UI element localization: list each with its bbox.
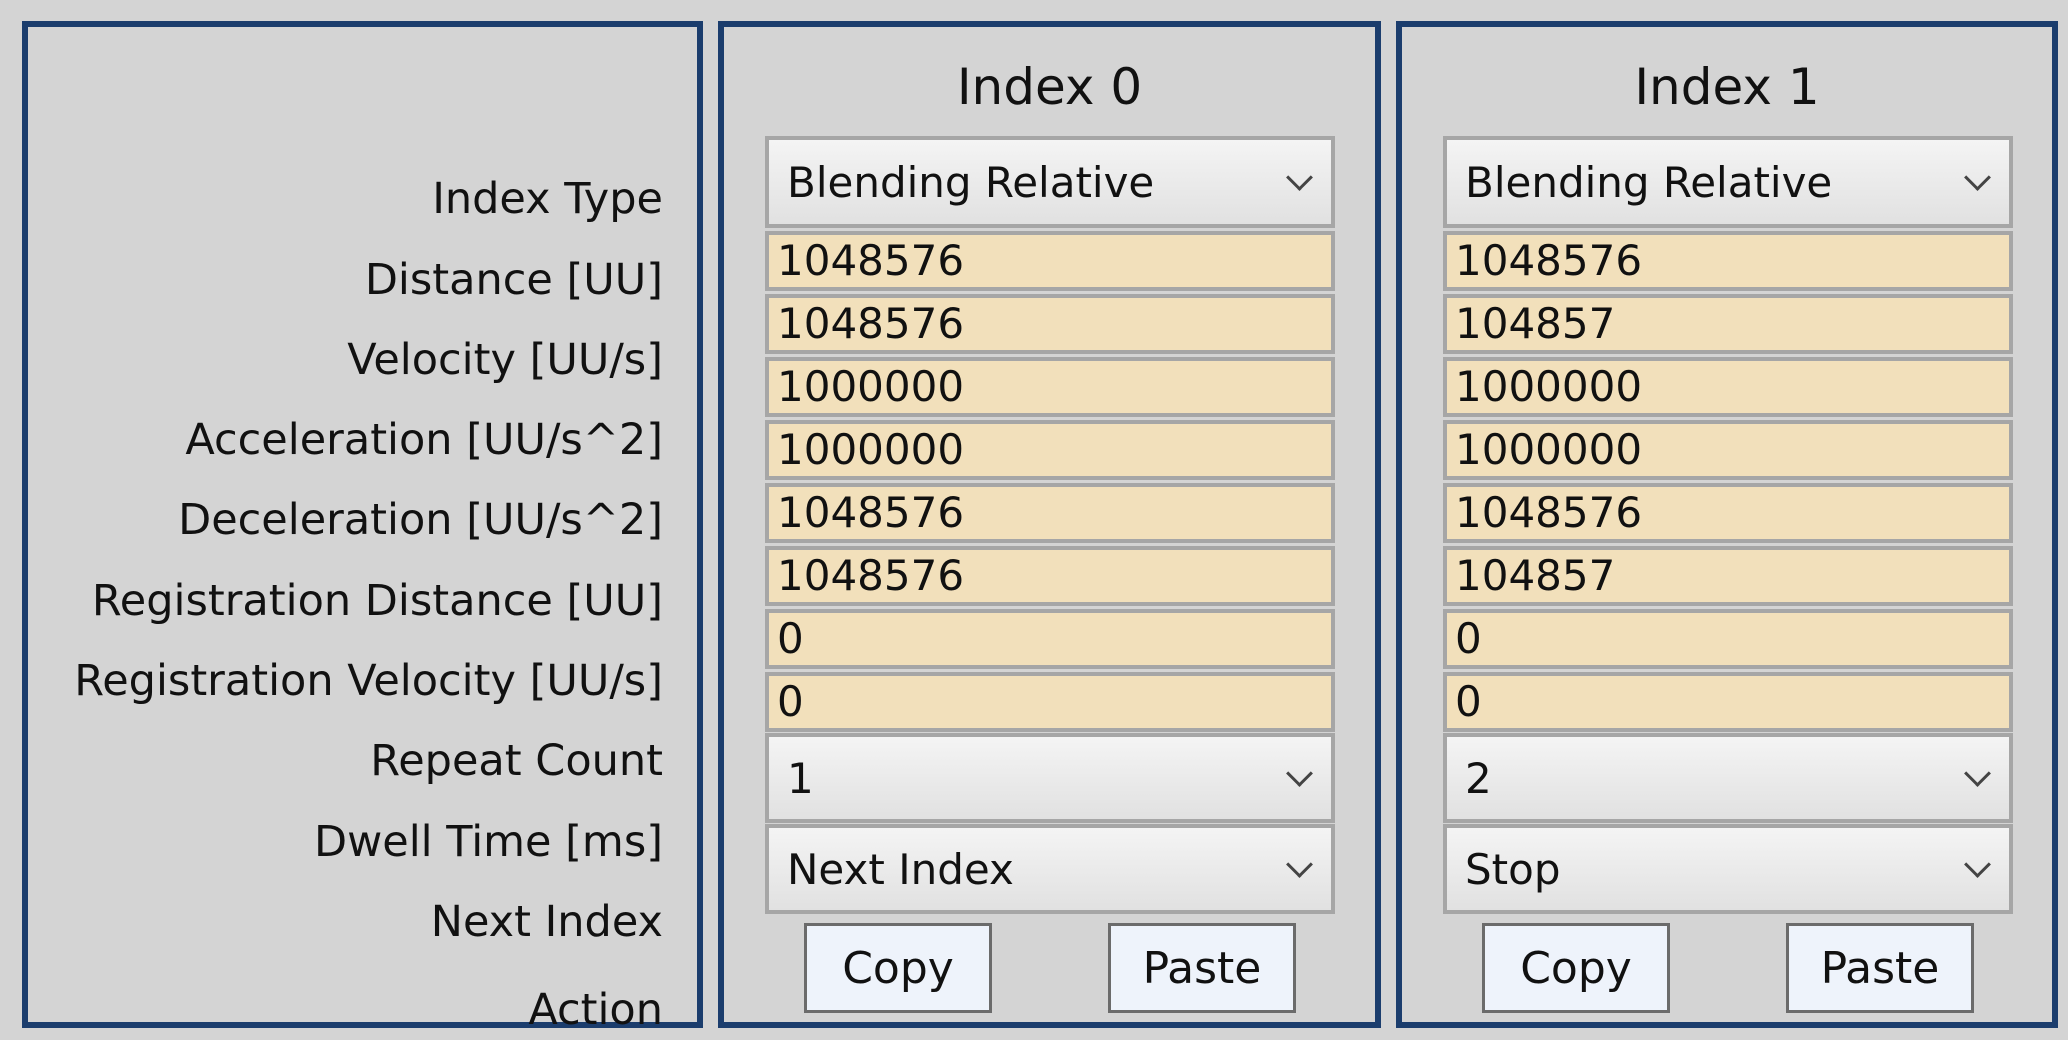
index-0-field-8[interactable]: 0 <box>765 672 1335 732</box>
index-1-distance-field[interactable]: 1048576 <box>1443 231 2013 291</box>
index-1-acceleration-field[interactable]: 1000000 <box>1443 357 2013 417</box>
label-acceleration: Acceleration [UU/s^2] <box>185 415 663 465</box>
index-0-registration-distance-field[interactable]: 1048576 <box>765 483 1335 543</box>
label-action: Action <box>528 985 663 1035</box>
label-index-type: Index Type <box>432 174 663 224</box>
index-0-panel: Index 0 Blending Relative 1048576 104857… <box>718 21 1381 1028</box>
index-0-distance-field[interactable]: 1048576 <box>765 231 1335 291</box>
label-velocity: Velocity [UU/s] <box>347 335 663 385</box>
index-1-registration-distance-field[interactable]: 1048576 <box>1443 483 2013 543</box>
index-1-field-7[interactable]: 0 <box>1443 609 2013 669</box>
index-1-type-value: Blending Relative <box>1465 157 1833 207</box>
label-deceleration: Deceleration [UU/s^2] <box>178 495 663 545</box>
index-0-type-value: Blending Relative <box>787 157 1155 207</box>
index-1-action-value: Stop <box>1465 844 1561 894</box>
index-0-paste-button[interactable]: Paste <box>1108 923 1296 1013</box>
index-0-title: Index 0 <box>956 58 1143 116</box>
index-0-deceleration-field[interactable]: 1000000 <box>765 420 1335 480</box>
labels-panel: Index Type Distance [UU] Velocity [UU/s]… <box>22 21 703 1035</box>
index-0-action-value: Next Index <box>787 844 1014 894</box>
index-0-acceleration-field[interactable]: 1000000 <box>765 357 1335 417</box>
chevron-down-icon <box>1286 760 1313 787</box>
chevron-down-icon <box>1286 164 1313 191</box>
index-1-field-8[interactable]: 0 <box>1443 672 2013 732</box>
chevron-down-icon <box>1964 760 1991 787</box>
index-1-repeat-value: 2 <box>1465 753 1492 803</box>
index-0-type-select[interactable]: Blending Relative <box>765 136 1335 228</box>
label-distance: Distance [UU] <box>364 255 663 305</box>
index-1-deceleration-field[interactable]: 1000000 <box>1443 420 2013 480</box>
label-repeat-count: Repeat Count <box>370 736 663 786</box>
index-1-title: Index 1 <box>1634 58 1820 116</box>
index-1-action-select[interactable]: Stop <box>1443 824 2013 914</box>
index-0-velocity-field[interactable]: 1048576 <box>765 294 1335 354</box>
chevron-down-icon <box>1964 851 1991 878</box>
label-dwell-time: Dwell Time [ms] <box>313 817 663 867</box>
index-1-type-select[interactable]: Blending Relative <box>1443 136 2013 228</box>
label-next-index: Next Index <box>430 897 663 947</box>
index-1-paste-button[interactable]: Paste <box>1786 923 1974 1013</box>
index-0-repeat-value: 1 <box>787 753 814 803</box>
index-0-action-select[interactable]: Next Index <box>765 824 1335 914</box>
index-1-velocity-field[interactable]: 104857 <box>1443 294 2013 354</box>
index-0-repeat-select[interactable]: 1 <box>765 733 1335 823</box>
label-registration-distance: Registration Distance [UU] <box>91 576 663 626</box>
index-1-panel: Index 1 Blending Relative 1048576 104857… <box>1396 21 2058 1028</box>
index-1-copy-button[interactable]: Copy <box>1482 923 1670 1013</box>
index-1-repeat-select[interactable]: 2 <box>1443 733 2013 823</box>
chevron-down-icon <box>1964 164 1991 191</box>
index-0-field-7[interactable]: 0 <box>765 609 1335 669</box>
index-1-registration-velocity-field[interactable]: 104857 <box>1443 546 2013 606</box>
label-registration-velocity: Registration Velocity [UU/s] <box>74 656 663 706</box>
index-0-registration-velocity-field[interactable]: 1048576 <box>765 546 1335 606</box>
chevron-down-icon <box>1286 851 1313 878</box>
index-0-copy-button[interactable]: Copy <box>804 923 992 1013</box>
